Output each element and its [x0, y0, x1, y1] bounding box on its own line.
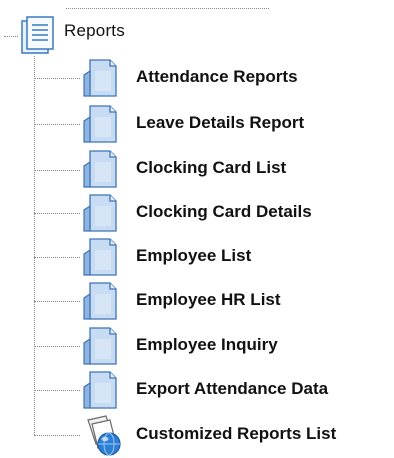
- tree-item-customized-reports-list[interactable]: Customized Reports List: [80, 414, 390, 456]
- report-page-icon: [80, 236, 124, 278]
- report-page-icon: [80, 369, 124, 411]
- report-page-icon: [80, 57, 124, 99]
- branch-connector: [34, 213, 80, 214]
- tree-vertical-connector: [34, 56, 35, 435]
- tree-item-export-attendance-data[interactable]: Export Attendance Data: [80, 369, 390, 411]
- top-divider: [66, 8, 269, 9]
- branch-connector: [34, 78, 80, 79]
- tree-item-label: Customized Reports List: [136, 424, 337, 443]
- tree-item-clocking-card-details[interactable]: Clocking Card Details: [80, 192, 390, 234]
- tree-item-employee-inquiry[interactable]: Employee Inquiry: [80, 325, 390, 367]
- tree-item-label: Attendance Reports: [136, 67, 298, 86]
- branch-connector: [34, 435, 80, 436]
- report-page-icon: [80, 192, 124, 234]
- branch-connector: [34, 170, 80, 171]
- branch-connector: [34, 346, 80, 347]
- tree-item-employee-list[interactable]: Employee List: [80, 236, 390, 278]
- branch-connector: [34, 124, 80, 125]
- report-page-icon: [80, 280, 124, 322]
- tree-item-attendance-reports[interactable]: Attendance Reports: [80, 57, 390, 99]
- globe-report-icon: [80, 414, 124, 456]
- tree-item-leave-details-report[interactable]: Leave Details Report: [80, 103, 390, 145]
- tree-item-clocking-card-list[interactable]: Clocking Card List: [80, 148, 390, 190]
- root-connector: [4, 36, 18, 37]
- folder-report-icon: [18, 15, 60, 57]
- report-page-icon: [80, 103, 124, 145]
- tree-item-label: Employee HR List: [136, 290, 281, 309]
- tree-item-label: Employee List: [136, 246, 252, 265]
- tree-item-label: Employee Inquiry: [136, 335, 278, 354]
- tree-item-label: Clocking Card List: [136, 158, 287, 177]
- tree-item-label: Clocking Card Details: [136, 202, 312, 221]
- branch-connector: [34, 301, 80, 302]
- report-page-icon: [80, 325, 124, 367]
- tree-item-label: Export Attendance Data: [136, 379, 329, 398]
- tree-root-label[interactable]: Reports: [64, 21, 125, 41]
- branch-connector: [34, 257, 80, 258]
- tree-item-employee-hr-list[interactable]: Employee HR List: [80, 280, 390, 322]
- branch-connector: [34, 390, 80, 391]
- report-page-icon: [80, 148, 124, 190]
- tree-item-label: Leave Details Report: [136, 113, 305, 132]
